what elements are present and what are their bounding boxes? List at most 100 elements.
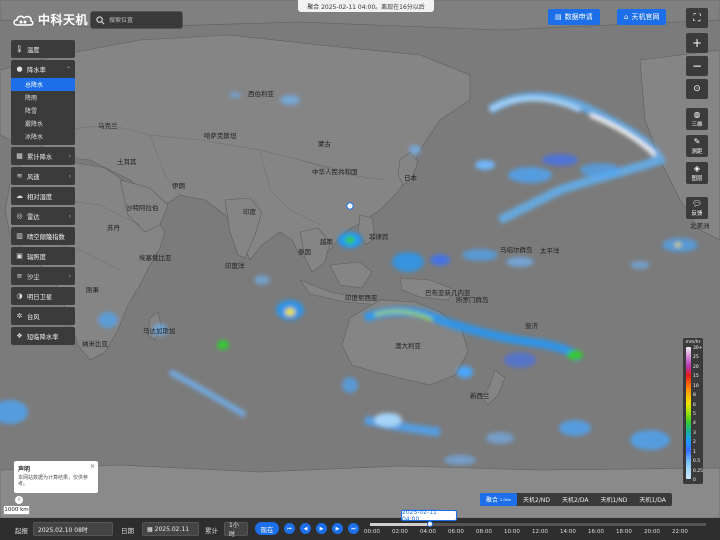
disclaimer-popup: 声明 本网站数据为计算结果，仅供参考。 × xyxy=(14,461,98,493)
sub-item-total-precip[interactable]: 总降水 xyxy=(11,78,75,91)
timeline-tick-label: 20:00 xyxy=(644,529,660,535)
map-label: 北美洲 xyxy=(690,222,710,230)
legend-tick: 20 xyxy=(693,364,699,370)
legend-tick: 6 xyxy=(693,402,696,408)
last-icon: ⏭︎ xyxy=(351,525,356,532)
logo-cloud-icon xyxy=(12,12,34,28)
nowcast-icon: ❖ xyxy=(16,332,23,340)
sidebar-item-irradiance[interactable]: ▣ 辐照度 xyxy=(11,247,75,265)
map-label: 乌克兰 xyxy=(98,122,118,130)
accum-select[interactable]: 1小时 xyxy=(224,522,248,538)
last-button[interactable]: ⏭︎ xyxy=(348,523,359,534)
legend-tick: 2 xyxy=(693,440,696,446)
humidity-icon: ☁ xyxy=(16,192,23,200)
timeline-tick-label: 06:00 xyxy=(448,529,464,535)
legend-tick: 25 xyxy=(693,355,699,361)
date-picker[interactable]: ▦ 2025.02.11 xyxy=(142,522,199,536)
radar-icon: ◎ xyxy=(16,212,23,220)
map-label: 斐济 xyxy=(525,322,538,330)
fullscreen-button[interactable]: ⛶ xyxy=(686,8,708,28)
search-box[interactable] xyxy=(90,11,183,29)
layer-sidebar: 🌡︎ 温度 ● 降水率 ⌃ 总降水 降雨 降雪 霰降水 冰降水 ▦ 累计降水 ›… xyxy=(11,40,75,347)
timeline-tick-label: 00:00 xyxy=(364,529,380,535)
timeline-tick-label: 02:00 xyxy=(392,529,408,535)
weather-map[interactable] xyxy=(0,0,720,518)
rain-total-icon: ▦ xyxy=(16,152,23,160)
location-marker xyxy=(346,202,354,210)
map-label: 印度 xyxy=(243,208,256,216)
sub-item-rain[interactable]: 降雨 xyxy=(11,91,75,104)
feedback-button[interactable]: 💬︎ 反馈 xyxy=(686,197,708,219)
info-icon[interactable]: i xyxy=(15,496,23,504)
locate-button[interactable]: ⊙ xyxy=(686,79,708,99)
globe-button[interactable]: ◍ 三维 xyxy=(686,108,708,130)
measure-button[interactable]: ✎ 测距 xyxy=(686,135,708,157)
land-masses xyxy=(0,0,720,518)
sub-item-ice[interactable]: 冰降水 xyxy=(11,130,75,143)
start-time-select[interactable]: 2025.02.10 08时 xyxy=(33,522,113,536)
timeline-track[interactable] xyxy=(370,523,706,526)
now-button[interactable]: 现在 xyxy=(255,522,279,535)
sidebar-item-accum-precip[interactable]: ▦ 累计降水 › xyxy=(11,147,75,165)
legend-tick: 5 xyxy=(693,412,696,417)
sub-item-graupel[interactable]: 霰降水 xyxy=(11,117,75,130)
calendar-icon: ▦ xyxy=(147,525,153,533)
zoom-out-button[interactable]: − xyxy=(686,56,708,76)
official-site-button[interactable]: ⌂ 天机官网 xyxy=(617,9,667,25)
sidebar-item-satellite[interactable]: ◑ 明日卫星 xyxy=(11,287,75,305)
map-label: 菲律宾 xyxy=(369,233,389,241)
prev-button[interactable]: ◀ xyxy=(300,523,311,534)
timeline-tick-label: 16:00 xyxy=(588,529,604,535)
globe-icon: ◍ xyxy=(693,110,701,119)
legend-tick: 15 xyxy=(693,374,699,380)
app-name: 中科天机 xyxy=(38,13,89,27)
wind-icon: ≋ xyxy=(16,172,23,180)
chevron-up-icon: ⌃ xyxy=(65,65,71,73)
tab-tianji1-nd[interactable]: 天机1/ND xyxy=(594,493,633,506)
data-apply-button[interactable]: ▤ 数据申请 xyxy=(548,9,600,25)
sidebar-item-wind[interactable]: ≋ 风速 › xyxy=(11,167,75,185)
next-button[interactable]: ▶ xyxy=(332,523,343,534)
sidebar-item-typhoon[interactable]: ✲ 台风 xyxy=(11,307,75,325)
zoom-in-icon: + xyxy=(691,36,703,50)
sidebar-item-humidity[interactable]: ☁ 相对湿度 xyxy=(11,187,75,205)
timeline-tick-label: 08:00 xyxy=(476,529,492,535)
tab-tianji2-nd[interactable]: 天机2/ND xyxy=(517,493,556,506)
zoom-in-button[interactable]: + xyxy=(686,33,708,53)
legend-tick: 0.5 xyxy=(693,459,701,465)
map-label: 太平洋 xyxy=(540,247,560,255)
sidebar-item-precip-rate[interactable]: ● 降水率 ⌃ xyxy=(11,60,75,78)
close-icon[interactable]: × xyxy=(90,463,95,470)
app-logo[interactable]: 中科天机 xyxy=(12,11,88,28)
play-icon: ▶ xyxy=(319,525,324,532)
sidebar-item-nowcast[interactable]: ❖ 短临降水率 xyxy=(11,327,75,345)
map-label: 哈萨克斯坦 xyxy=(204,132,237,140)
tab-tianji1-da[interactable]: 天机1/DA xyxy=(633,493,671,506)
chevron-right-icon: › xyxy=(68,272,71,280)
play-button[interactable]: ▶ xyxy=(316,523,327,534)
map-label: 新西兰 xyxy=(470,392,490,400)
layers-button[interactable]: ◈ 图层 xyxy=(686,162,708,184)
map-label: 马绍尔群岛 xyxy=(500,246,533,254)
feedback-icon: 💬︎ xyxy=(691,199,703,208)
first-button[interactable]: ⏮︎ xyxy=(284,523,295,534)
sidebar-group-precip-rate: ● 降水率 ⌃ 总降水 降雨 降雪 霰降水 冰降水 xyxy=(11,60,75,145)
measure-icon: ✎ xyxy=(693,137,701,146)
map-label: 马达加斯加 xyxy=(143,327,176,335)
sidebar-item-dust[interactable]: ≡ 沙尘 › xyxy=(11,267,75,285)
map-label: 沙特阿拉伯 xyxy=(126,204,159,212)
map-label: 埃塞俄比亚 xyxy=(139,254,172,262)
sidebar-item-radar[interactable]: ◎ 雷达 › xyxy=(11,207,75,225)
sidebar-item-turbulence[interactable]: ▥ 晴空颠簸指数 xyxy=(11,227,75,245)
search-input[interactable] xyxy=(109,16,179,24)
legend-tick: 1 xyxy=(693,449,696,455)
map-label: 印度尼西亚 xyxy=(345,294,378,302)
legend-tick: 10 xyxy=(693,383,699,389)
sub-item-snow[interactable]: 降雪 xyxy=(11,104,75,117)
document-icon: ▤ xyxy=(555,13,562,21)
tab-tianji2-da[interactable]: 天机2/DA xyxy=(556,493,594,506)
timeline-tick-label: 18:00 xyxy=(616,529,632,535)
tab-aggregate[interactable]: 聚合 2.0km xyxy=(480,493,518,506)
first-icon: ⏮︎ xyxy=(287,525,292,532)
sidebar-item-temperature[interactable]: 🌡︎ 温度 xyxy=(11,40,75,58)
